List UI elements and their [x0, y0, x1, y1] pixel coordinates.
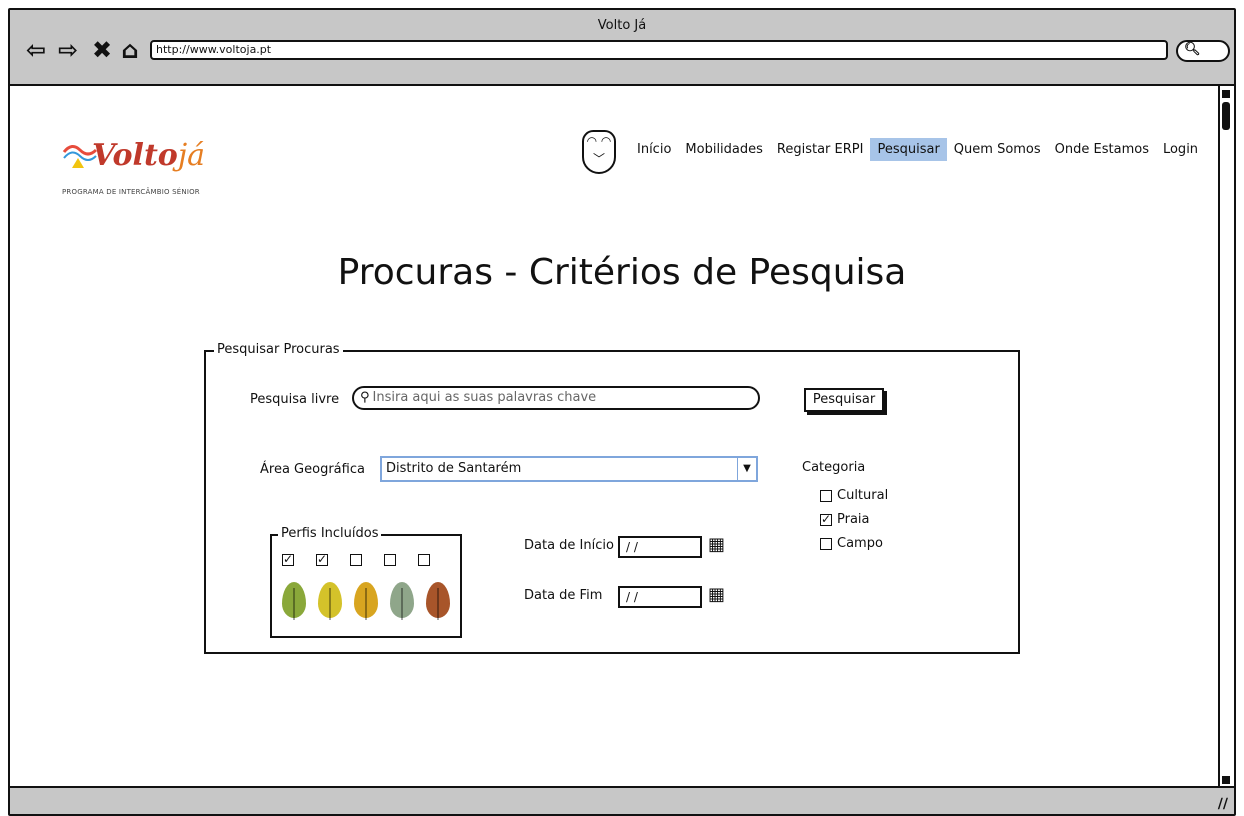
menu-item-registar-erpi[interactable]: Registar ERPI: [770, 138, 871, 161]
close-icon[interactable]: ✖: [88, 36, 116, 64]
geo-area-select[interactable]: Distrito de Santarém ▼: [380, 456, 758, 482]
leaf-icon: [318, 582, 342, 620]
category-label: Categoria: [802, 460, 866, 475]
page-content: Voltojá PROGRAMA DE INTERCÂMBIO SÉNIOR ◠…: [10, 86, 1234, 788]
profiles-legend: Perfis Incluídos: [278, 526, 382, 541]
logo[interactable]: Voltojá PROGRAMA DE INTERCÂMBIO SÉNIOR: [62, 134, 232, 204]
start-date-label: Data de Início: [524, 538, 614, 553]
back-icon[interactable]: ⇦: [22, 36, 50, 64]
profiles-checkboxes: ✓ ✓: [282, 553, 430, 566]
search-button[interactable]: Pesquisar: [804, 388, 884, 412]
logo-wordmark: Voltojá: [92, 138, 205, 173]
search-icon: ⚲: [360, 390, 370, 405]
menu-item-inicio[interactable]: Início: [630, 138, 678, 161]
leaf-icon: [426, 582, 450, 620]
category-cultural-checkbox[interactable]: [820, 489, 832, 502]
menu-item-mobilidades[interactable]: Mobilidades: [678, 138, 770, 161]
browser-window: Volto Já ⇦ ⇨ ✖ ⌂ http://www.voltoja.pt 🔍…: [8, 8, 1236, 816]
category-praia[interactable]: ✓ Praia: [820, 512, 870, 527]
search-fieldset-legend: Pesquisar Procuras: [214, 342, 343, 357]
chevron-down-icon[interactable]: ▼: [737, 458, 756, 480]
page-title: Procuras - Critérios de Pesquisa: [337, 252, 907, 293]
anonymous-mask-icon: ◠ ◠ ﹀: [582, 130, 616, 174]
leaf-icon: [354, 582, 378, 620]
calendar-icon[interactable]: ▦: [708, 534, 725, 555]
menu-item-quem-somos[interactable]: Quem Somos: [947, 138, 1048, 161]
forward-icon[interactable]: ⇨: [54, 36, 82, 64]
home-icon[interactable]: ⌂: [116, 36, 144, 64]
free-search-label: Pesquisa livre: [250, 392, 340, 407]
menu-item-login[interactable]: Login: [1156, 138, 1205, 161]
profile-checkbox-4[interactable]: [384, 554, 396, 566]
url-bar[interactable]: http://www.voltoja.pt: [150, 40, 1168, 60]
category-cultural[interactable]: Cultural: [820, 488, 888, 503]
category-campo[interactable]: Campo: [820, 536, 883, 551]
profile-checkbox-5[interactable]: [418, 554, 430, 566]
profile-checkbox-1[interactable]: ✓: [282, 553, 294, 566]
calendar-icon[interactable]: ▦: [708, 584, 725, 605]
menu-item-pesquisar[interactable]: Pesquisar: [870, 138, 947, 161]
end-date-label: Data de Fim: [524, 588, 603, 603]
profile-leaves: [282, 582, 450, 620]
vertical-scrollbar[interactable]: [1218, 86, 1234, 788]
search-icon: 🔍︎: [1184, 42, 1201, 57]
main-menu: Início Mobilidades Registar ERPI Pesquis…: [630, 138, 1205, 161]
category-campo-checkbox[interactable]: [820, 537, 832, 550]
search-fieldset: Pesquisar Procuras Pesquisa livre ⚲ Insir…: [204, 342, 1020, 654]
end-date-input[interactable]: / /: [618, 586, 702, 608]
scroll-down-icon[interactable]: [1222, 776, 1230, 784]
leaf-icon: [390, 582, 414, 620]
status-bar: ∕∕: [10, 786, 1234, 814]
scroll-thumb[interactable]: [1222, 102, 1230, 130]
menu-item-onde-estamos[interactable]: Onde Estamos: [1048, 138, 1156, 161]
geo-area-label: Área Geográfica: [260, 462, 365, 477]
resize-grip-icon[interactable]: ∕∕: [1218, 796, 1228, 812]
free-search-input[interactable]: ⚲ Insira aqui as suas palavras chave: [352, 386, 760, 410]
start-date-input[interactable]: / /: [618, 536, 702, 558]
window-title: Volto Já: [597, 18, 647, 33]
category-praia-checkbox[interactable]: ✓: [820, 513, 832, 526]
profiles-fieldset: Perfis Incluídos ✓ ✓: [270, 526, 462, 638]
logo-subtitle: PROGRAMA DE INTERCÂMBIO SÉNIOR: [62, 188, 200, 196]
leaf-icon: [282, 582, 306, 620]
scroll-up-icon[interactable]: [1222, 90, 1230, 98]
browser-search-button[interactable]: 🔍︎: [1176, 40, 1230, 62]
profile-checkbox-2[interactable]: ✓: [316, 553, 328, 566]
browser-toolbar: Volto Já ⇦ ⇨ ✖ ⌂ http://www.voltoja.pt 🔍…: [10, 10, 1234, 86]
profile-checkbox-3[interactable]: [350, 554, 362, 566]
